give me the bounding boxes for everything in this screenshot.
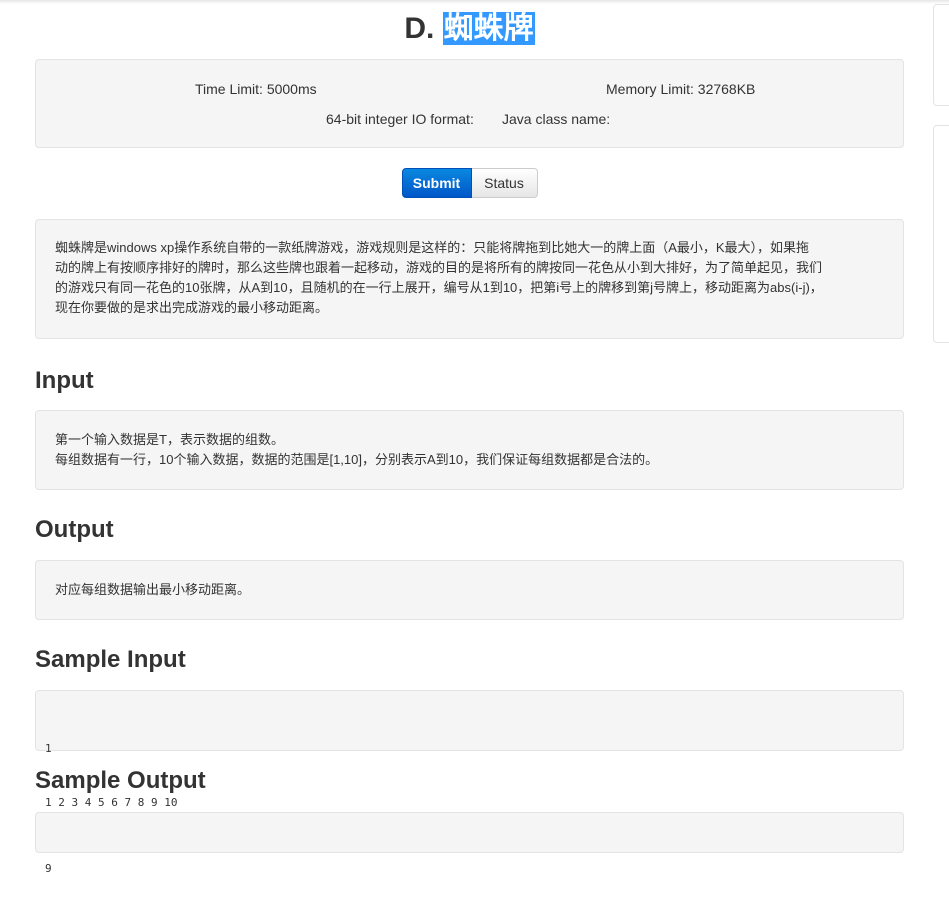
- problem-container: D. 蜘蛛牌 Time Limit: 5000ms Memory Limit: …: [35, 0, 904, 875]
- output-heading: Output: [35, 516, 114, 543]
- output-description: 对应每组数据输出最小移动距离。: [35, 560, 904, 620]
- sample-input-line: 1: [45, 742, 52, 755]
- status-button[interactable]: Status: [471, 168, 538, 198]
- limits-panel: Time Limit: 5000ms Memory Limit: 32768KB…: [35, 59, 904, 148]
- submit-button[interactable]: Submit: [401, 168, 472, 198]
- input-line: 每组数据有一行，10个输入数据，数据的范围是[1,10]，分别表示A到10，我们…: [55, 452, 659, 467]
- sample-input-heading: Sample Input: [35, 646, 186, 673]
- output-line: 对应每组数据输出最小移动距离。: [55, 582, 251, 597]
- sample-output-block: 9: [35, 812, 904, 875]
- sample-output-heading: Sample Output: [35, 767, 206, 794]
- problem-name-selected[interactable]: 蜘蛛牌: [442, 12, 535, 45]
- java-class-name: Java class name:: [502, 111, 611, 127]
- problem-title: D. 蜘蛛牌: [35, 10, 904, 50]
- side-panel-top: [933, 4, 949, 106]
- problem-description: 蜘蛛牌是windows xp操作系统自带的一款纸牌游戏，游戏规则是这样的：只能将…: [35, 219, 904, 339]
- action-button-group: Submit Status: [35, 168, 904, 198]
- sample-input-block: 1 1 2 3 4 5 6 7 8 9 10: [35, 690, 904, 809]
- input-heading: Input: [35, 367, 94, 394]
- memory-limit: Memory Limit: 32768KB: [606, 81, 756, 97]
- description-line: 动的牌上有按顺序排好的牌时，那么这些牌也跟着一起移动，游戏的目的是将所有的牌按同…: [55, 260, 823, 275]
- description-line: 的游戏只有同一花色的10张牌，从A到10，且随机的在一行上展开，编号从1到10，…: [55, 280, 823, 295]
- description-line: 现在你要做的是求出完成游戏的最小移动距离。: [55, 300, 329, 315]
- sample-output-line: 9: [45, 862, 52, 875]
- io-format: 64-bit integer IO format:: [326, 111, 474, 127]
- time-limit: Time Limit: 5000ms: [195, 81, 317, 97]
- problem-id: D.: [404, 12, 435, 45]
- description-line: 蜘蛛牌是windows xp操作系统自带的一款纸牌游戏，游戏规则是这样的：只能将…: [55, 240, 810, 255]
- sample-input-line: 1 2 3 4 5 6 7 8 9 10: [45, 796, 178, 809]
- input-line: 第一个输入数据是T，表示数据的组数。: [55, 432, 284, 447]
- side-panel-bottom: [933, 125, 949, 343]
- input-description: 第一个输入数据是T，表示数据的组数。 每组数据有一行，10个输入数据，数据的范围…: [35, 410, 904, 490]
